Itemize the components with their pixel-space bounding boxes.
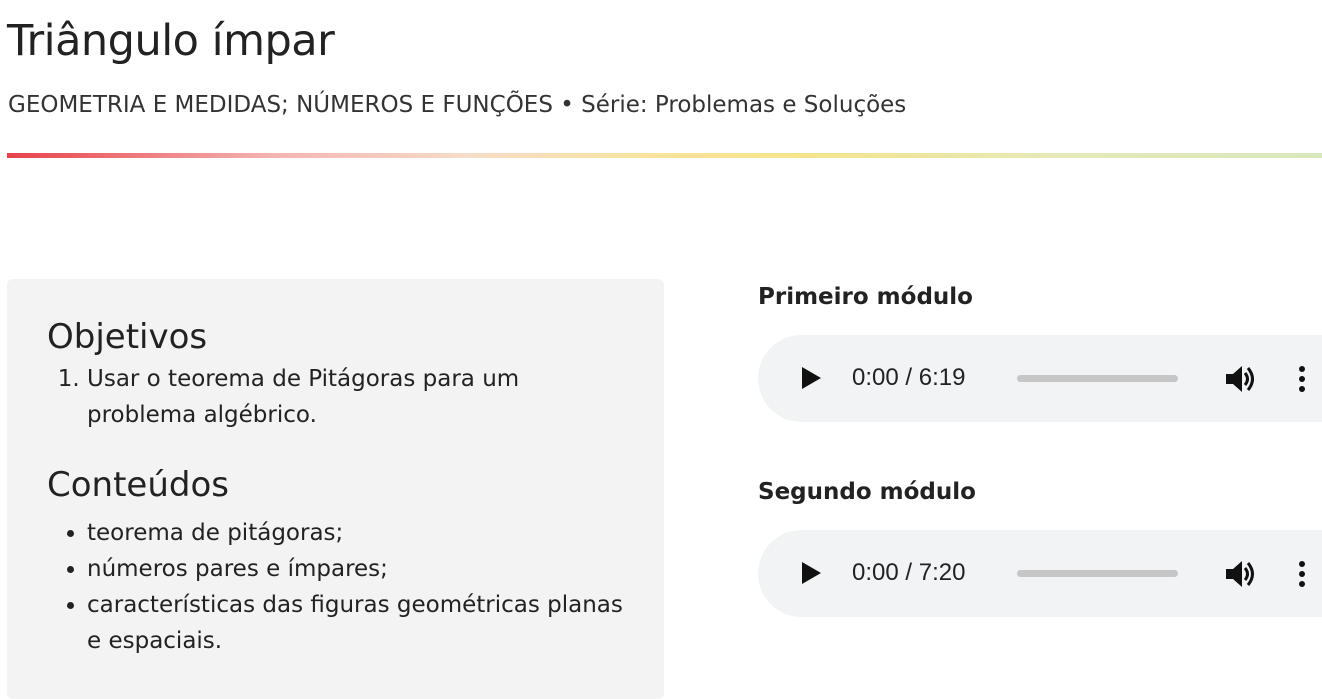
contents-list: teorema de pitágoras; números pares e ím… bbox=[47, 515, 624, 659]
progress-slider[interactable] bbox=[1017, 570, 1178, 577]
contents-heading: Conteúdos bbox=[47, 465, 229, 505]
play-icon[interactable] bbox=[802, 562, 821, 584]
gradient-divider bbox=[7, 153, 1322, 158]
audio-player-first[interactable]: 0:00 / 6:19 bbox=[758, 335, 1322, 422]
progress-slider[interactable] bbox=[1017, 375, 1178, 382]
volume-icon[interactable] bbox=[1224, 558, 1258, 590]
play-icon[interactable] bbox=[802, 367, 821, 389]
time-display: 0:00 / 7:20 bbox=[852, 559, 966, 586]
audio-player-second[interactable]: 0:00 / 7:20 bbox=[758, 530, 1322, 617]
more-vertical-icon[interactable] bbox=[1298, 364, 1306, 394]
page-title: Triângulo ímpar bbox=[7, 16, 335, 66]
content-item: números pares e ímpares; bbox=[87, 551, 624, 587]
time-display: 0:00 / 6:19 bbox=[852, 364, 966, 391]
content-item: características das figuras geométricas … bbox=[87, 587, 624, 659]
objectives-list: Usar o teorema de Pitágoras para um prob… bbox=[47, 361, 624, 433]
info-card: Objetivos Usar o teorema de Pitágoras pa… bbox=[7, 279, 664, 699]
page-subtitle: GEOMETRIA E MEDIDAS; NÚMEROS E FUNÇÕES •… bbox=[8, 92, 907, 118]
content-item: teorema de pitágoras; bbox=[87, 515, 624, 551]
module-label-first: Primeiro módulo bbox=[758, 284, 973, 310]
volume-icon[interactable] bbox=[1224, 363, 1258, 395]
more-vertical-icon[interactable] bbox=[1298, 559, 1306, 589]
objectives-heading: Objetivos bbox=[47, 317, 208, 357]
module-label-second: Segundo módulo bbox=[758, 479, 976, 505]
objective-item: Usar o teorema de Pitágoras para um prob… bbox=[87, 361, 624, 433]
